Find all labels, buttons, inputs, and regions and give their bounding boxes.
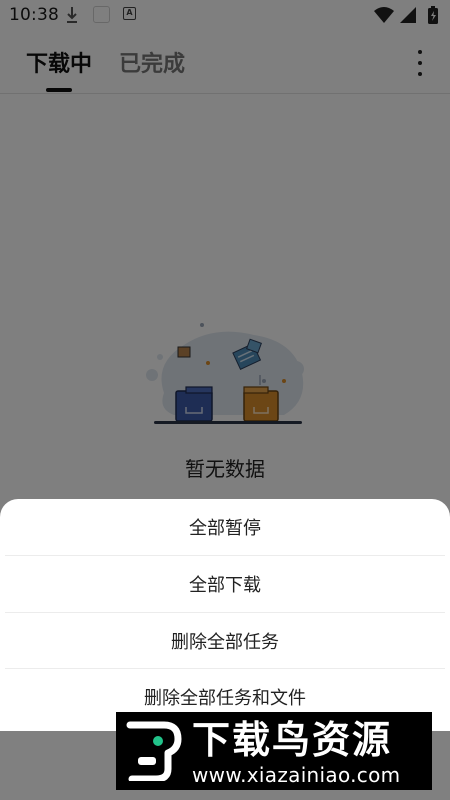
bottom-sheet-menu: 全部暂停 全部下载 删除全部任务 删除全部任务和文件: [0, 499, 450, 731]
download-all-button[interactable]: 全部下载: [0, 556, 450, 612]
pause-all-button[interactable]: 全部暂停: [0, 499, 450, 555]
delete-all-tasks-button[interactable]: 删除全部任务: [0, 613, 450, 669]
xiazainiao-logo: [126, 721, 182, 781]
watermark-banner: 下载鸟资源 www.xiazainiao.com: [116, 712, 432, 790]
watermark-url: www.xiazainiao.com: [192, 763, 401, 787]
watermark-title: 下载鸟资源: [192, 718, 393, 762]
